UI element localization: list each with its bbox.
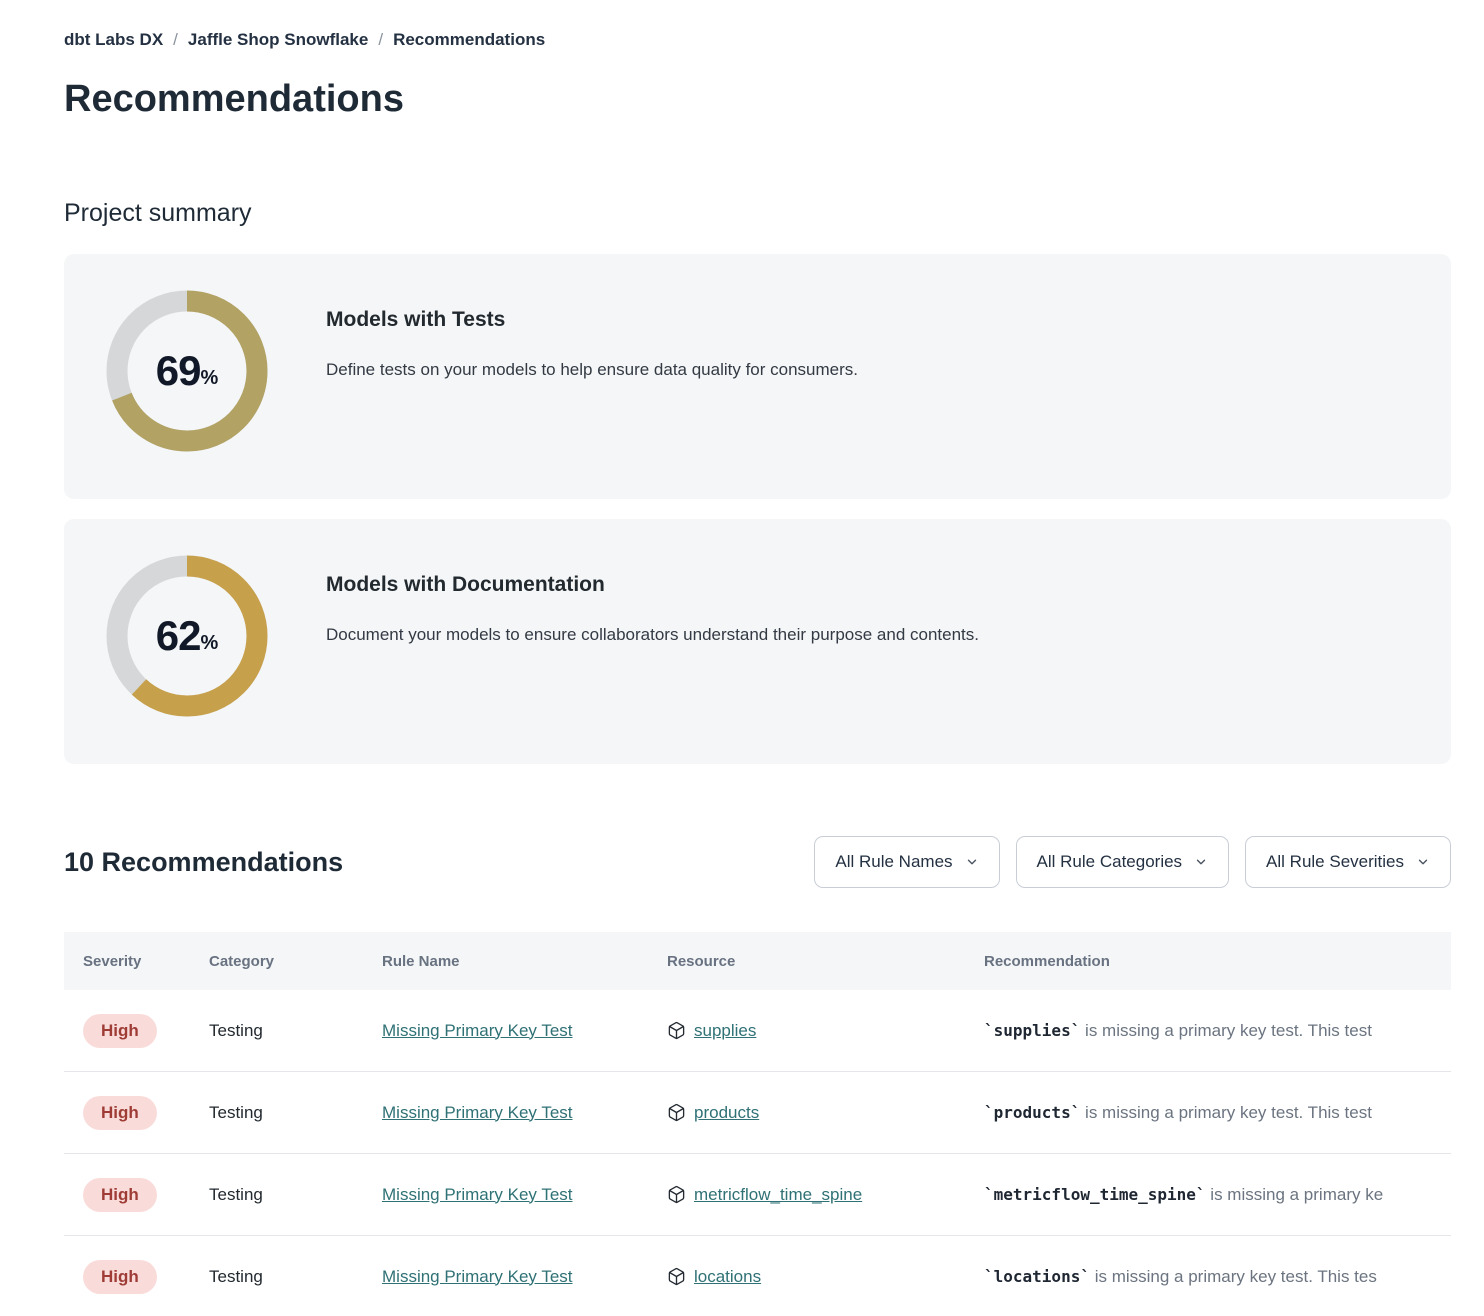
filters: All Rule Names All Rule Categories All R…: [814, 836, 1451, 888]
breadcrumb-project-link[interactable]: Jaffle Shop Snowflake: [188, 30, 368, 50]
tests-card-title: Models with Tests: [326, 308, 858, 332]
summary-card-documentation: 62 % Models with Documentation Document …: [64, 519, 1451, 764]
summary-card-tests: 69 % Models with Tests Define tests on y…: [64, 254, 1451, 499]
recommendation-code: `metricflow_time_spine`: [984, 1185, 1206, 1204]
breadcrumb-current: Recommendations: [393, 30, 545, 50]
model-cube-icon: [667, 1185, 686, 1204]
column-header-recommendation: Recommendation: [984, 953, 1451, 970]
chevron-down-icon: [1416, 855, 1430, 869]
chevron-down-icon: [965, 855, 979, 869]
model-cube-icon: [667, 1103, 686, 1122]
documentation-card-description: Document your models to ensure collabora…: [326, 625, 979, 645]
severity-badge: High: [83, 1260, 157, 1294]
recommendation-text: is missing a primary key test. This test: [1080, 1021, 1372, 1040]
breadcrumb: dbt Labs DX / Jaffle Shop Snowflake / Re…: [64, 30, 1451, 50]
breadcrumb-separator: /: [173, 30, 178, 50]
rule-name-link[interactable]: Missing Primary Key Test: [382, 1021, 573, 1040]
recommendation-text: is missing a primary key test. This test: [1080, 1103, 1372, 1122]
recommendation-cell: `products` is missing a primary key test…: [984, 1103, 1451, 1123]
recommendation-cell: `locations` is missing a primary key tes…: [984, 1267, 1451, 1287]
category-cell: Testing: [209, 1021, 382, 1041]
severity-badge: High: [83, 1014, 157, 1048]
resource-link[interactable]: products: [694, 1103, 759, 1123]
documentation-donut-chart: 62 %: [106, 555, 268, 717]
column-header-category: Category: [209, 953, 382, 970]
table-row: High Testing Missing Primary Key Test pr…: [64, 1072, 1451, 1154]
tests-percent-value: 69: [156, 347, 201, 395]
resource-link[interactable]: supplies: [694, 1021, 756, 1041]
documentation-percent-value: 62: [156, 612, 201, 660]
documentation-percent-sign: %: [200, 632, 218, 655]
breadcrumb-separator: /: [378, 30, 383, 50]
rule-severities-filter-label: All Rule Severities: [1266, 852, 1404, 872]
rule-severities-filter[interactable]: All Rule Severities: [1245, 836, 1451, 888]
model-cube-icon: [667, 1021, 686, 1040]
page-title: Recommendations: [64, 78, 1451, 121]
category-cell: Testing: [209, 1267, 382, 1287]
severity-badge: High: [83, 1178, 157, 1212]
documentation-card-title: Models with Documentation: [326, 573, 979, 597]
recommendation-code: `supplies`: [984, 1021, 1080, 1040]
project-summary-heading: Project summary: [64, 199, 1451, 228]
table-header-row: Severity Category Rule Name Resource Rec…: [64, 932, 1451, 990]
recommendation-cell: `supplies` is missing a primary key test…: [984, 1021, 1451, 1041]
tests-donut-chart: 69 %: [106, 290, 268, 452]
severity-badge: High: [83, 1096, 157, 1130]
recommendation-text: is missing a primary key test. This tes: [1090, 1267, 1377, 1286]
resource-link[interactable]: locations: [694, 1267, 761, 1287]
tests-card-description: Define tests on your models to help ensu…: [326, 360, 858, 380]
rule-categories-filter-label: All Rule Categories: [1037, 852, 1183, 872]
column-header-resource: Resource: [667, 953, 984, 970]
recommendations-page: dbt Labs DX / Jaffle Shop Snowflake / Re…: [0, 0, 1484, 1316]
category-cell: Testing: [209, 1103, 382, 1123]
tests-percent-sign: %: [200, 367, 218, 390]
recommendation-text: is missing a primary ke: [1206, 1185, 1384, 1204]
chevron-down-icon: [1194, 855, 1208, 869]
rule-names-filter[interactable]: All Rule Names: [814, 836, 999, 888]
recommendations-table: Severity Category Rule Name Resource Rec…: [64, 932, 1451, 1316]
recommendations-count-heading: 10 Recommendations: [64, 847, 343, 878]
rule-name-link[interactable]: Missing Primary Key Test: [382, 1267, 573, 1286]
recommendation-code: `locations`: [984, 1267, 1090, 1286]
table-row: High Testing Missing Primary Key Test su…: [64, 990, 1451, 1072]
rule-name-link[interactable]: Missing Primary Key Test: [382, 1185, 573, 1204]
recommendation-cell: `metricflow_time_spine` is missing a pri…: [984, 1185, 1451, 1205]
rule-name-link[interactable]: Missing Primary Key Test: [382, 1103, 573, 1122]
resource-link[interactable]: metricflow_time_spine: [694, 1185, 862, 1205]
table-row: High Testing Missing Primary Key Test me…: [64, 1154, 1451, 1236]
column-header-severity: Severity: [83, 953, 209, 970]
rule-names-filter-label: All Rule Names: [835, 852, 952, 872]
table-row: High Testing Missing Primary Key Test lo…: [64, 1236, 1451, 1316]
category-cell: Testing: [209, 1185, 382, 1205]
recommendation-code: `products`: [984, 1103, 1080, 1122]
rule-categories-filter[interactable]: All Rule Categories: [1016, 836, 1230, 888]
breadcrumb-account-link[interactable]: dbt Labs DX: [64, 30, 163, 50]
model-cube-icon: [667, 1267, 686, 1286]
column-header-rule-name: Rule Name: [382, 953, 667, 970]
